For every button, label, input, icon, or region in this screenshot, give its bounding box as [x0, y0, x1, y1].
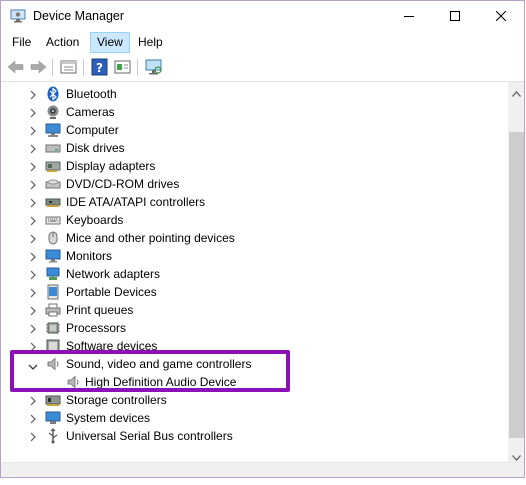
tree-item-label: Bluetooth	[66, 87, 117, 101]
tree-item-label: Print queues	[66, 303, 134, 317]
tree-item-label: Portable Devices	[66, 285, 157, 299]
tree-category-item[interactable]: Storage controllers	[1, 391, 508, 409]
tree-item-label: Network adapters	[66, 267, 161, 281]
show-hidden-icon[interactable]	[113, 58, 133, 76]
mouse-icon	[45, 230, 61, 246]
forward-arrow-icon[interactable]	[28, 58, 48, 76]
tree-category-item[interactable]: Display adapters	[1, 157, 508, 175]
computer-icon	[45, 122, 61, 138]
device-manager-icon	[10, 9, 26, 23]
tree-item-label: System devices	[66, 411, 151, 425]
chevron-right-icon[interactable]	[29, 143, 37, 154]
tree-category-item[interactable]: Universal Serial Bus controllers	[1, 427, 508, 445]
device-manager-window: Device Manager File Action View Help ? B…	[0, 0, 525, 478]
chevron-right-icon[interactable]	[29, 215, 37, 226]
minimize-button[interactable]	[386, 1, 432, 31]
chevron-right-icon[interactable]	[29, 125, 37, 136]
tree-item-label: IDE ATA/ATAPI controllers	[66, 195, 206, 209]
window-title: Device Manager	[33, 9, 125, 23]
scrollbar-thumb[interactable]	[509, 132, 524, 438]
chevron-right-icon[interactable]	[29, 89, 37, 100]
tree-category-item[interactable]: DVD/CD-ROM drives	[1, 175, 508, 193]
tree-category-item[interactable]: Portable Devices	[1, 283, 508, 301]
chevron-right-icon[interactable]	[29, 197, 37, 208]
chevron-right-icon[interactable]	[29, 233, 37, 244]
chevron-right-icon[interactable]	[29, 305, 37, 316]
chevron-right-icon[interactable]	[29, 287, 37, 298]
toolbar-separator	[137, 59, 138, 76]
chevron-right-icon[interactable]	[29, 395, 37, 406]
monitor-icon	[45, 248, 61, 264]
tree-category-item[interactable]: Bluetooth	[1, 85, 508, 103]
tree-item-label: Storage controllers	[66, 393, 167, 407]
chevron-right-icon[interactable]	[29, 323, 37, 334]
chevron-right-icon[interactable]	[29, 431, 37, 442]
portable-device-icon	[45, 284, 61, 300]
keyboard-icon	[45, 212, 61, 228]
dvd-drive-icon	[45, 176, 61, 192]
scroll-up-icon[interactable]	[512, 86, 521, 100]
tree-item-label: Processors	[66, 321, 127, 335]
menu-file[interactable]: File	[6, 32, 37, 53]
tree-category-item[interactable]: System devices	[1, 409, 508, 427]
svg-text:?: ?	[96, 61, 103, 75]
tree-item-label: Mice and other pointing devices	[66, 231, 235, 245]
tree-category-item[interactable]: Cameras	[1, 103, 508, 121]
chevron-right-icon[interactable]	[29, 179, 37, 190]
tree-item-label: Display adapters	[66, 159, 156, 173]
ide-controller-icon	[45, 194, 61, 210]
highlight-annotation	[10, 350, 290, 392]
chevron-right-icon[interactable]	[29, 251, 37, 262]
menu-action[interactable]: Action	[40, 32, 85, 53]
tree-item-label: Computer	[66, 123, 119, 137]
tree-item-label: DVD/CD-ROM drives	[66, 177, 180, 191]
chevron-right-icon[interactable]	[29, 107, 37, 118]
printer-icon	[45, 302, 61, 318]
tree-item-label: Universal Serial Bus controllers	[66, 429, 233, 443]
horizontal-scrollbar[interactable]	[1, 462, 524, 477]
system-device-icon	[45, 410, 61, 426]
tree-item-label: Keyboards	[66, 213, 124, 227]
tree-item-label: Monitors	[66, 249, 113, 263]
maximize-button[interactable]	[432, 1, 478, 31]
toolbar-separator	[52, 59, 53, 76]
tree-category-item[interactable]: Print queues	[1, 301, 508, 319]
tree-category-item[interactable]: Keyboards	[1, 211, 508, 229]
toolbar: ?	[1, 54, 524, 82]
tree-item-label: Disk drives	[66, 141, 125, 155]
chevron-right-icon[interactable]	[29, 413, 37, 424]
chevron-right-icon[interactable]	[29, 269, 37, 280]
usb-controller-icon	[45, 428, 61, 444]
scan-hardware-icon[interactable]	[144, 58, 164, 76]
toolbar-separator	[83, 59, 84, 76]
disk-drive-icon	[45, 140, 61, 156]
tree-item-label: Cameras	[66, 105, 115, 119]
vertical-scrollbar[interactable]	[508, 82, 524, 462]
close-button[interactable]	[478, 1, 524, 31]
bluetooth-icon	[45, 86, 61, 102]
tree-category-item[interactable]: Processors	[1, 319, 508, 337]
camera-icon	[45, 104, 61, 120]
menu-bar: File Action View Help	[1, 31, 524, 54]
device-tree: Bluetooth Cameras Computer Disk drives Displ…	[1, 82, 508, 462]
title-bar: Device Manager	[1, 1, 524, 31]
storage-controller-icon	[45, 392, 61, 408]
chevron-right-icon[interactable]	[29, 161, 37, 172]
properties-icon[interactable]	[59, 58, 79, 76]
tree-category-item[interactable]: Network adapters	[1, 265, 508, 283]
menu-help[interactable]: Help	[132, 32, 169, 53]
back-arrow-icon[interactable]	[6, 58, 26, 76]
network-adapter-icon	[45, 266, 61, 282]
tree-category-item[interactable]: Disk drives	[1, 139, 508, 157]
tree-category-item[interactable]: Computer	[1, 121, 508, 139]
display-adapter-icon	[45, 158, 61, 174]
tree-category-item[interactable]: Monitors	[1, 247, 508, 265]
processor-icon	[45, 320, 61, 336]
help-icon[interactable]: ?	[90, 58, 110, 76]
tree-category-item[interactable]: Mice and other pointing devices	[1, 229, 508, 247]
tree-category-item[interactable]: IDE ATA/ATAPI controllers	[1, 193, 508, 211]
menu-view[interactable]: View	[90, 32, 130, 53]
